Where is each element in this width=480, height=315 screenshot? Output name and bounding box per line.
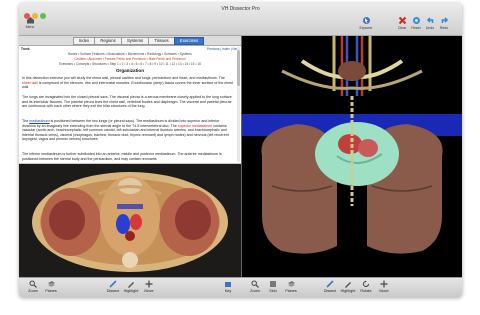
menu-button[interactable]: Menu — [23, 16, 37, 29]
title-bar: VH Dissector Pro Menu Explorer Clear Res… — [19, 3, 462, 36]
right-dissect-label: Dissect — [323, 289, 337, 293]
tab-index[interactable]: Index — [73, 37, 95, 45]
left-zoom-label: Zoom — [28, 289, 38, 293]
tab-bar: Index Regions Systems Tissues Exercises — [19, 36, 241, 46]
right-move-label: Move — [379, 289, 389, 293]
reset-button[interactable]: Reset — [410, 16, 422, 30]
left-planes-button[interactable]: Planes — [42, 280, 60, 293]
rotate-icon — [362, 280, 370, 288]
right-zoom-label: Zoom — [250, 289, 260, 293]
section-heading: Organization — [115, 68, 145, 73]
right-highlight-label: Highlight — [340, 289, 356, 293]
bottom-toolbar: Zoom Planes Dissect Highlight Move Key Z… — [19, 277, 462, 297]
nav-previous-next[interactable]: Previous | Index | Next — [207, 47, 239, 51]
chest-wall-link[interactable]: chest wall — [22, 81, 38, 85]
move-icon — [380, 280, 388, 288]
zoom-icon — [251, 280, 259, 288]
right-zoom-button[interactable]: Zoom — [246, 280, 264, 293]
mediastinum-link[interactable]: mediastinum — [29, 119, 49, 123]
planes-icon — [287, 281, 295, 287]
superior-mediastinum-link[interactable]: superior mediastinum — [178, 124, 212, 128]
undo-icon — [426, 17, 433, 23]
right-rotate-button[interactable]: Rotate — [357, 280, 375, 293]
dissect-icon — [326, 280, 334, 288]
right-highlight-button[interactable]: Highlight — [339, 280, 357, 293]
reset-icon — [412, 17, 420, 24]
home-icon — [26, 17, 34, 24]
crumb-line-3[interactable]: Exercises • Concepts • Structures • Step… — [19, 62, 241, 66]
paragraph-3: The mediastinum is positioned between th… — [22, 119, 229, 142]
key-icon — [225, 282, 231, 287]
clear-button[interactable]: Clear — [396, 16, 408, 30]
highlight-icon — [345, 282, 351, 288]
left-move-button[interactable]: Move — [140, 280, 158, 293]
text-scrollbar[interactable] — [237, 47, 240, 162]
right-planes-label: Planes — [285, 289, 297, 293]
right-dissect-button[interactable]: Dissect — [321, 280, 339, 293]
right-skin-label: Skin — [269, 289, 277, 293]
window-title: VH Dissector Pro — [221, 6, 260, 12]
redo-button[interactable]: Redo — [438, 16, 450, 30]
nav-section: Trunk — [21, 47, 30, 51]
right-skin-button[interactable]: Skin — [264, 280, 282, 293]
clear-x-icon — [398, 16, 406, 25]
tab-regions[interactable]: Regions — [94, 37, 122, 45]
left-planes-label: Planes — [45, 289, 57, 293]
left-key-button[interactable]: Key — [219, 280, 237, 293]
cursor-icon — [362, 17, 370, 24]
left-zoom-button[interactable]: Zoom — [24, 280, 42, 293]
highlight-icon — [128, 282, 134, 288]
paragraph-2: The lungs are invaginated into the close… — [22, 95, 232, 109]
right-move-button[interactable]: Move — [375, 280, 393, 293]
zoom-window-button[interactable] — [40, 13, 46, 19]
tab-tissues[interactable]: Tissues — [148, 37, 175, 45]
redo-icon — [441, 17, 448, 23]
left-highlight-button[interactable]: Highlight — [122, 280, 140, 293]
crumb-line-1[interactable]: Bones • Surface Features • Musculature •… — [19, 52, 241, 56]
left-key-label: Key — [224, 289, 232, 293]
undo-button-label: Undo — [425, 26, 435, 30]
exercise-text-panel: Trunk Previous | Index | Next Bones • Su… — [19, 46, 241, 163]
paragraph-4: The inferior mediastinum is further subd… — [22, 152, 222, 161]
3d-thorax-model — [242, 36, 462, 277]
crumb-line-2[interactable]: Cavities • Abdomen • Female Pelvic and P… — [19, 57, 241, 61]
app-window: VH Dissector Pro Menu Explorer Clear Res… — [19, 3, 462, 297]
redo-button-label: Redo — [439, 26, 449, 30]
3d-anatomy-view[interactable] — [242, 36, 462, 277]
cross-section-image — [19, 164, 241, 277]
paragraph-1: In this dissection exercise you will stu… — [22, 76, 233, 90]
left-dissect-button[interactable]: Dissect — [104, 280, 122, 293]
scrollbar-thumb[interactable] — [237, 50, 240, 86]
move-icon — [145, 280, 153, 288]
menu-button-label: Menu — [25, 25, 35, 29]
planes-icon — [47, 281, 55, 287]
dissect-icon — [109, 280, 117, 288]
left-dissect-label: Dissect — [106, 289, 120, 293]
zoom-icon — [29, 280, 37, 288]
left-highlight-label: Highlight — [123, 289, 139, 293]
explorer-button-label: Explorer — [359, 26, 373, 30]
cross-section-view[interactable] — [19, 164, 241, 277]
right-rotate-label: Rotate — [360, 289, 372, 293]
tab-exercises[interactable]: Exercises — [174, 37, 204, 45]
skin-icon — [270, 281, 276, 287]
undo-button[interactable]: Undo — [424, 16, 436, 30]
reset-button-label: Reset — [411, 26, 421, 30]
tab-systems[interactable]: Systems — [121, 37, 149, 45]
right-planes-button[interactable]: Planes — [282, 280, 300, 293]
explorer-button[interactable]: Explorer — [357, 16, 375, 30]
clear-button-label: Clear — [397, 26, 407, 30]
left-move-label: Move — [144, 289, 154, 293]
